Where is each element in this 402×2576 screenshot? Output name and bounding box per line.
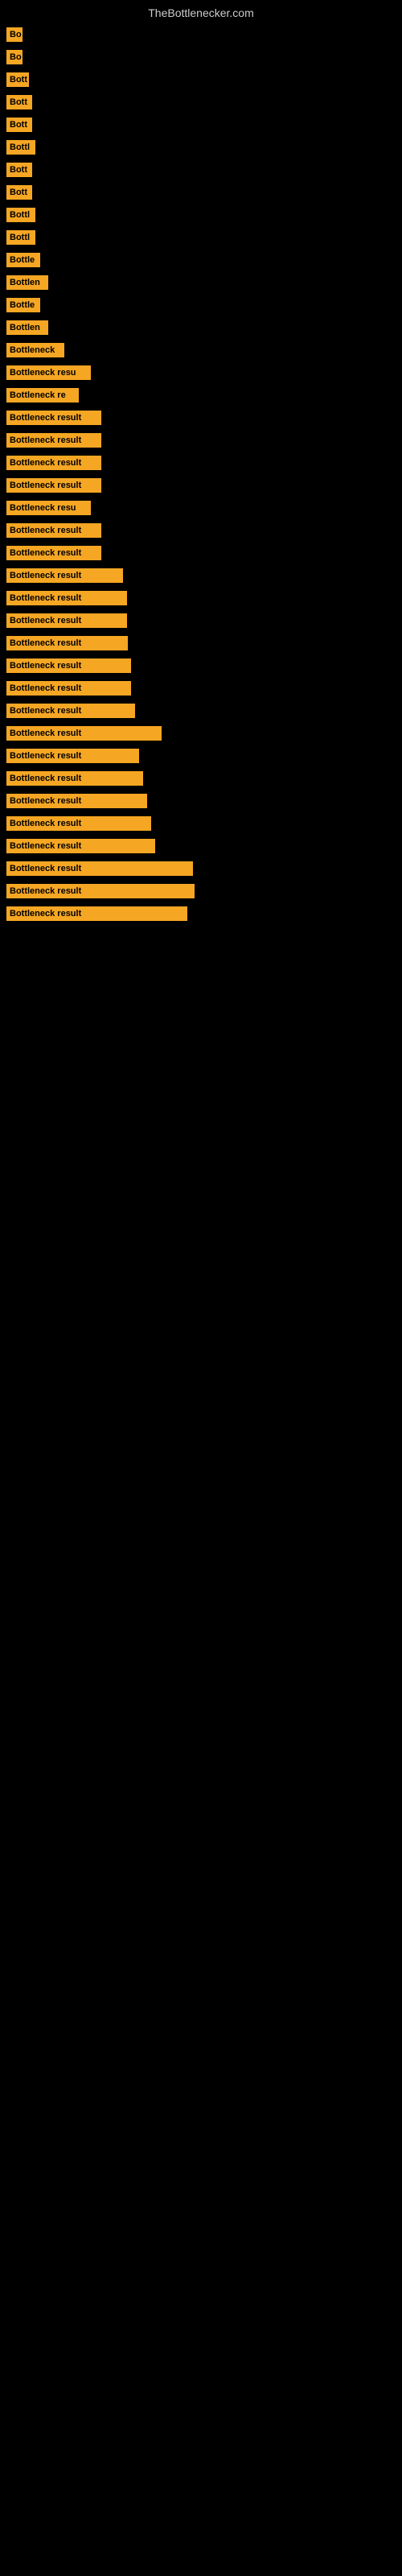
- list-item: Bottl: [0, 204, 402, 225]
- list-item: Bottleneck resu: [0, 362, 402, 383]
- list-item: Bottleneck result: [0, 745, 402, 766]
- bottleneck-label: Bottleneck result: [6, 411, 101, 425]
- list-item: Bottleneck result: [0, 723, 402, 744]
- list-item: Bottleneck: [0, 340, 402, 361]
- list-item: Bottl: [0, 137, 402, 158]
- list-item: Bottleneck result: [0, 858, 402, 879]
- list-item: Bottleneck result: [0, 881, 402, 902]
- list-item: Bottleneck resu: [0, 497, 402, 518]
- list-item: Bottleneck result: [0, 407, 402, 428]
- bottleneck-label: Bottleneck result: [6, 726, 162, 741]
- bottleneck-label: Bottleneck result: [6, 816, 151, 831]
- site-title: TheBottlenecker.com: [0, 0, 402, 23]
- list-item: Bottleneck result: [0, 836, 402, 857]
- list-item: Bott: [0, 114, 402, 135]
- list-item: Bottleneck result: [0, 813, 402, 834]
- bottleneck-label: Bottleneck result: [6, 906, 187, 921]
- bottleneck-label: Bottleneck result: [6, 771, 143, 786]
- bottleneck-label: Bott: [6, 163, 32, 177]
- bottleneck-label: Bottl: [6, 208, 35, 222]
- bottleneck-label: Bottleneck result: [6, 704, 135, 718]
- list-item: Bottle: [0, 250, 402, 270]
- bottleneck-label: Bottleneck result: [6, 749, 139, 763]
- list-item: Bottleneck result: [0, 791, 402, 811]
- bottleneck-label: Bottleneck result: [6, 839, 155, 853]
- list-item: Bottleneck result: [0, 430, 402, 451]
- items-container: Bo Bo Bott Bott Bott Bottl Bott Bott Bottl Bottl B…: [0, 24, 402, 926]
- list-item: Bottleneck result: [0, 700, 402, 721]
- bottleneck-label: Bottleneck result: [6, 478, 101, 493]
- list-item: Bottleneck result: [0, 565, 402, 586]
- list-item: Bottlen: [0, 317, 402, 338]
- list-item: Bottlen: [0, 272, 402, 293]
- list-item: Bottleneck result: [0, 903, 402, 924]
- bottleneck-label: Bottleneck result: [6, 433, 101, 448]
- bottleneck-label: Bottl: [6, 140, 35, 155]
- bottleneck-label: Bottle: [6, 298, 40, 312]
- list-item: Bottleneck result: [0, 768, 402, 789]
- list-item: Bottleneck result: [0, 655, 402, 676]
- bottleneck-label: Bottleneck resu: [6, 501, 91, 515]
- bottleneck-label: Bottl: [6, 230, 35, 245]
- list-item: Bott: [0, 92, 402, 113]
- list-item: Bottleneck result: [0, 610, 402, 631]
- list-item: Bott: [0, 159, 402, 180]
- list-item: Bottleneck result: [0, 633, 402, 654]
- bottleneck-label: Bottleneck result: [6, 636, 128, 650]
- bottleneck-label: Bott: [6, 118, 32, 132]
- list-item: Bo: [0, 47, 402, 68]
- bottleneck-label: Bottleneck result: [6, 658, 131, 673]
- bottleneck-label: Bott: [6, 185, 32, 200]
- list-item: Bottleneck result: [0, 520, 402, 541]
- bottleneck-label: Bo: [6, 50, 23, 64]
- list-item: Bo: [0, 24, 402, 45]
- bottleneck-label: Bott: [6, 72, 29, 87]
- list-item: Bott: [0, 182, 402, 203]
- bottleneck-label: Bottleneck result: [6, 613, 127, 628]
- list-item: Bottl: [0, 227, 402, 248]
- bottleneck-label: Bottleneck result: [6, 861, 193, 876]
- bottleneck-label: Bottleneck result: [6, 568, 123, 583]
- list-item: Bottle: [0, 295, 402, 316]
- bottleneck-label: Bottlen: [6, 275, 48, 290]
- bottleneck-label: Bottleneck re: [6, 388, 79, 402]
- list-item: Bottleneck result: [0, 588, 402, 609]
- list-item: Bottleneck result: [0, 475, 402, 496]
- bottleneck-label: Bottlen: [6, 320, 48, 335]
- list-item: Bott: [0, 69, 402, 90]
- bottleneck-label: Bottleneck resu: [6, 365, 91, 380]
- bottleneck-label: Bottle: [6, 253, 40, 267]
- bottleneck-label: Bottleneck result: [6, 794, 147, 808]
- bottleneck-label: Bott: [6, 95, 32, 109]
- bottleneck-label: Bottleneck result: [6, 681, 131, 696]
- list-item: Bottleneck result: [0, 678, 402, 699]
- list-item: Bottleneck re: [0, 385, 402, 406]
- bottleneck-label: Bottleneck result: [6, 546, 101, 560]
- bottleneck-label: Bo: [6, 27, 23, 42]
- bottleneck-label: Bottleneck result: [6, 884, 195, 898]
- bottleneck-label: Bottleneck result: [6, 591, 127, 605]
- bottleneck-label: Bottleneck: [6, 343, 64, 357]
- list-item: Bottleneck result: [0, 543, 402, 564]
- list-item: Bottleneck result: [0, 452, 402, 473]
- bottleneck-label: Bottleneck result: [6, 523, 101, 538]
- bottleneck-label: Bottleneck result: [6, 456, 101, 470]
